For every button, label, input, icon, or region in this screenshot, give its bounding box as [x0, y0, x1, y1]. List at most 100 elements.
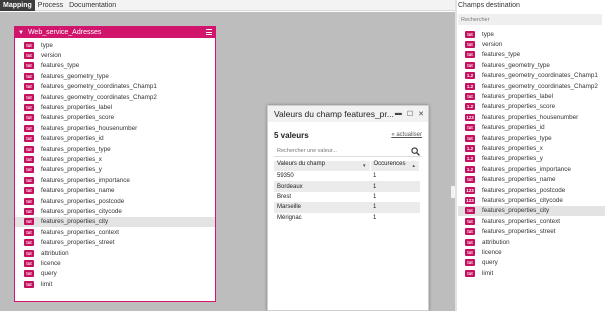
source-field-row[interactable]: txt features_properties_city — [15, 216, 215, 228]
source-field-row[interactable]: txt version — [15, 50, 215, 60]
source-field-row[interactable]: txt features_properties_street — [15, 237, 215, 247]
destination-field-row[interactable]: 1.2 features_properties_score — [458, 102, 605, 112]
destination-field-name: attribution — [482, 238, 510, 246]
source-field-row[interactable]: txt query — [15, 269, 215, 279]
source-field-row[interactable]: txt features_properties_housenumber — [15, 123, 215, 133]
destination-field-row[interactable]: 1.2 features_geometry_coordinates_Champ1 — [458, 71, 605, 81]
source-field-name: features_properties_street — [41, 239, 115, 247]
destination-field-row[interactable]: txt features_properties_type — [458, 133, 605, 143]
destination-field-row[interactable]: txt features_geometry_type — [458, 60, 605, 70]
destination-field-name: features_properties_name — [482, 176, 556, 184]
destination-field-name: features_properties_label — [482, 93, 554, 101]
source-field-name: features_properties_id — [41, 135, 104, 143]
value-cell: 59350 — [277, 173, 294, 180]
source-field-name: features_properties_context — [41, 228, 120, 236]
table-row[interactable]: Brest 1 — [274, 192, 420, 202]
destination-field-row[interactable]: 123 features_properties_citycode — [458, 195, 605, 205]
destination-field-row[interactable]: txt limit — [458, 268, 605, 278]
destination-field-row[interactable]: 123 features_properties_housenumber — [458, 112, 605, 122]
source-field-name: features_properties_city — [41, 218, 109, 226]
source-field-name: features_geometry_coordinates_Champ1 — [41, 83, 157, 91]
source-field-row[interactable]: txt attribution — [15, 248, 215, 258]
source-field-row[interactable]: txt features_properties_label — [15, 102, 215, 112]
destination-field-row[interactable]: txt features_properties_street — [458, 226, 605, 236]
source-field-row[interactable]: txt features_geometry_type — [15, 71, 215, 81]
source-panel[interactable]: ▼ Web_service_Adresses txt type txt version… — [14, 26, 216, 302]
source-panel-header[interactable]: ▼ Web_service_Adresses — [15, 27, 215, 38]
destination-field-row[interactable]: txt features_properties_name — [458, 174, 605, 184]
source-field-row[interactable]: txt features_properties_type — [15, 144, 215, 154]
source-field-row[interactable]: txt features_properties_x — [15, 154, 215, 164]
source-field-row[interactable]: txt features_properties_score — [15, 113, 215, 123]
type-badge-icon: txt — [465, 61, 475, 69]
source-field-row[interactable]: txt features_geometry_coordinates_Champ2 — [15, 92, 215, 102]
destination-field-name: features_properties_housenumber — [482, 113, 579, 121]
type-badge-icon: 123 — [465, 186, 475, 194]
source-field-row[interactable]: txt licence — [15, 258, 215, 268]
column-header-value[interactable]: Valeurs du champ ▼ — [274, 161, 371, 171]
source-field-name: features_geometry_type — [41, 72, 109, 80]
tab-documentation[interactable]: Documentation — [66, 0, 119, 11]
type-badge-icon: 123 — [465, 196, 475, 204]
table-row[interactable]: Marseille 1 — [274, 202, 420, 213]
refresh-link[interactable]: « actualiser — [391, 132, 422, 138]
destination-field-row[interactable]: 123 features_properties_postcode — [458, 185, 605, 195]
destination-field-name: query — [482, 259, 498, 267]
dialog-titlebar[interactable]: Valeurs du champ features_pr... ▬ ☐ ✕ — [268, 106, 428, 122]
destination-field-row[interactable]: 1.2 features_properties_y — [458, 154, 605, 164]
destination-field-name: features_properties_y — [482, 155, 543, 163]
destination-field-name: features_properties_score — [482, 103, 556, 111]
search-icon[interactable] — [411, 147, 420, 156]
source-field-name: features_properties_postcode — [41, 197, 125, 205]
destination-field-row[interactable]: txt features_properties_label — [458, 91, 605, 101]
destination-field-row[interactable]: txt features_properties_city — [458, 205, 605, 217]
destination-field-name: features_properties_x — [482, 144, 543, 152]
destination-field-row[interactable]: txt query — [458, 258, 605, 268]
menu-icon[interactable] — [206, 29, 212, 35]
destination-field-row[interactable]: txt type — [458, 29, 605, 39]
destination-field-row[interactable]: txt licence — [458, 247, 605, 257]
source-field-row[interactable]: txt features_properties_name — [15, 185, 215, 195]
tab-process[interactable]: Process — [35, 0, 66, 11]
destination-field-row[interactable]: txt features_properties_context — [458, 216, 605, 226]
value-search-input[interactable] — [274, 148, 404, 154]
destination-field-row[interactable]: 1.2 features_properties_x — [458, 143, 605, 153]
source-field-row[interactable]: txt limit — [15, 279, 215, 289]
type-badge-icon: txt — [24, 270, 34, 278]
column-header-occurrences[interactable]: Occurences ▲ — [370, 161, 420, 171]
minimize-icon[interactable]: ▬ — [395, 110, 402, 118]
source-field-row[interactable]: txt type — [15, 40, 215, 50]
destination-field-row[interactable]: 1.2 features_properties_importance — [458, 164, 605, 174]
sort-icon: ▼ — [362, 163, 367, 168]
maximize-icon[interactable]: ☐ — [407, 110, 413, 118]
type-badge-icon: txt — [24, 145, 34, 153]
collapse-icon[interactable]: ▼ — [18, 30, 24, 36]
destination-field-row[interactable]: txt version — [458, 39, 605, 49]
source-field-row[interactable]: txt features_properties_citycode — [15, 206, 215, 216]
type-badge-icon: txt — [24, 218, 34, 226]
source-field-row[interactable]: txt features_properties_id — [15, 134, 215, 144]
source-field-row[interactable]: txt features_properties_context — [15, 227, 215, 237]
destination-field-row[interactable]: txt features_properties_id — [458, 123, 605, 133]
source-field-row[interactable]: txt features_properties_y — [15, 165, 215, 175]
destination-field-row[interactable]: txt features_type — [458, 50, 605, 60]
type-badge-icon: txt — [465, 134, 475, 142]
type-badge-icon: txt — [24, 228, 34, 236]
source-field-row[interactable]: txt features_geometry_coordinates_Champ1 — [15, 82, 215, 92]
source-field-row[interactable]: txt features_properties_postcode — [15, 196, 215, 206]
type-badge-icon: txt — [24, 62, 34, 70]
destination-field-row[interactable]: 1.2 features_geometry_coordinates_Champ2 — [458, 81, 605, 91]
destination-search-input[interactable] — [458, 14, 602, 25]
type-badge-icon: 1.2 — [465, 103, 475, 111]
table-row[interactable]: 59350 1 — [274, 171, 420, 181]
table-row[interactable]: Mérignac 1 — [274, 213, 420, 223]
source-field-row[interactable]: txt features_type — [15, 61, 215, 71]
destination-field-name: features_properties_type — [482, 134, 552, 142]
destination-field-row[interactable]: txt attribution — [458, 237, 605, 247]
tab-mapping[interactable]: Mapping — [0, 0, 35, 11]
panel-splitter[interactable] — [455, 0, 457, 311]
field-values-dialog: Valeurs du champ features_pr... ▬ ☐ ✕ 5 … — [267, 105, 429, 311]
table-row[interactable]: Bordeaux 1 — [274, 181, 420, 192]
source-field-row[interactable]: txt features_properties_importance — [15, 175, 215, 185]
close-icon[interactable]: ✕ — [418, 110, 424, 118]
